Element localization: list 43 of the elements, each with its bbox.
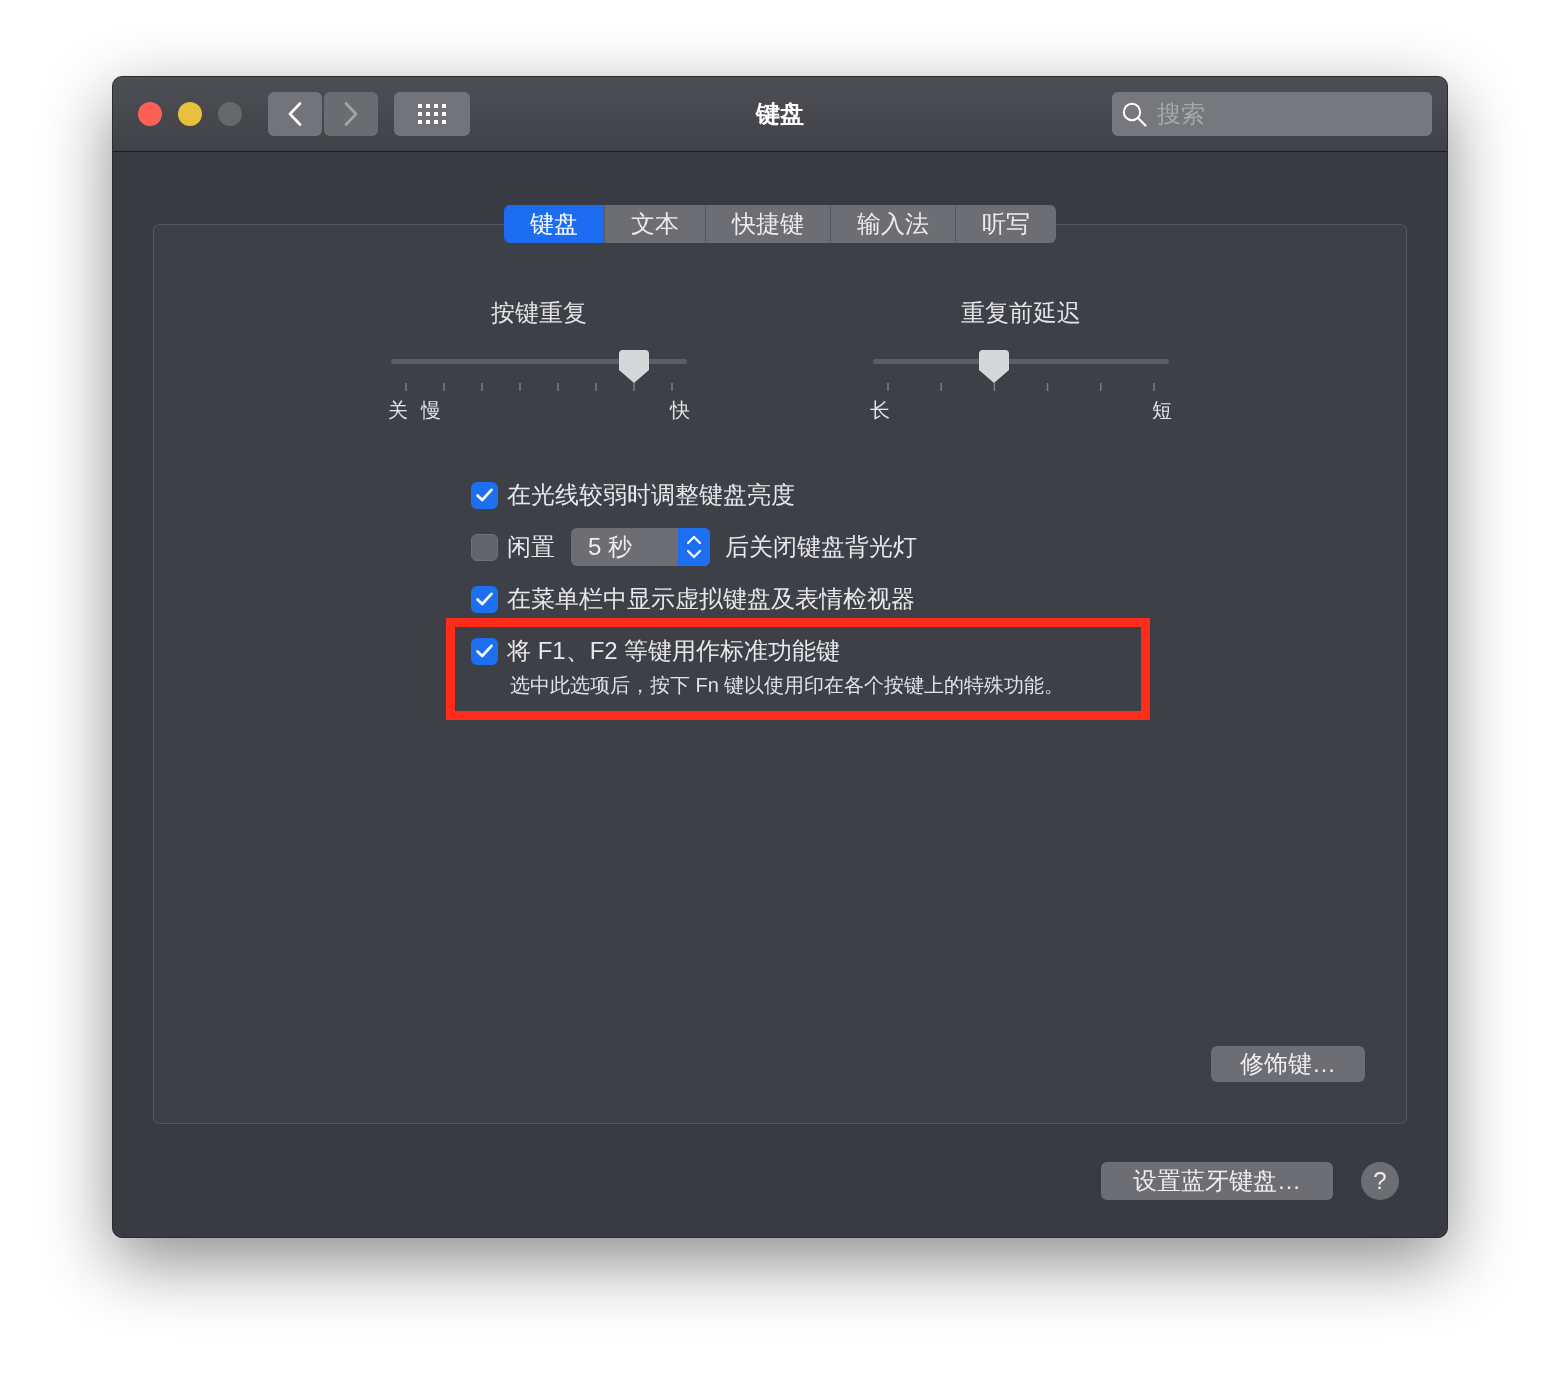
checkmark-icon (476, 644, 493, 658)
slider-label: 快 (670, 399, 690, 421)
slider-title: 按键重复 (491, 299, 587, 327)
close-button[interactable] (138, 102, 162, 126)
slider-track[interactable] (391, 350, 687, 383)
tab[interactable]: 文本 (604, 205, 705, 243)
option-label: 将 F1、F2 等键用作标准功能键 (507, 636, 841, 666)
chevron-left-icon (288, 102, 302, 126)
up-down-chevron-icon (678, 528, 710, 566)
slider-label: 慢 (421, 399, 441, 421)
slider-label: 长 (870, 399, 890, 421)
slider-title: 重复前延迟 (961, 299, 1081, 327)
checkbox[interactable] (471, 533, 498, 561)
slider-thumb[interactable] (979, 350, 1010, 383)
option-label: 在菜单栏中显示虚拟键盘及表情检视器 (507, 584, 915, 614)
option-label: 在光线较弱时调整键盘亮度 (507, 480, 795, 510)
slider-track[interactable] (873, 350, 1169, 383)
tab[interactable]: 快捷键 (705, 205, 830, 243)
window-title: 键盘 (756, 99, 804, 129)
minimize-button[interactable] (178, 102, 202, 126)
option-description: 选中此选项后，按下 Fn 键以使用印在各个按键上的特殊功能。 (510, 674, 1065, 696)
option-label: 闲置 (507, 532, 555, 562)
help-button[interactable]: ? (1361, 1162, 1399, 1200)
chevron-right-icon (344, 102, 358, 126)
slider-label: 关 (388, 399, 408, 421)
tab[interactable]: 输入法 (830, 205, 955, 243)
tab[interactable]: 听写 (955, 205, 1056, 243)
grid-icon (418, 104, 446, 124)
back-button[interactable] (268, 92, 322, 136)
modifier-keys-button[interactable]: 修饰键… (1211, 1046, 1365, 1082)
timeout-popup[interactable]: 5 秒 (571, 528, 710, 566)
checkmark-icon (476, 488, 493, 502)
slider-label: 短 (1152, 399, 1172, 421)
bluetooth-keyboard-button[interactable]: 设置蓝牙键盘… (1101, 1162, 1333, 1200)
search-icon (1122, 102, 1147, 127)
tab[interactable]: 键盘 (504, 205, 604, 243)
checkmark-icon (476, 592, 493, 606)
slider-thumb[interactable] (618, 350, 649, 383)
checkbox[interactable] (471, 585, 498, 613)
option-label: 后关闭键盘背光灯 (725, 532, 917, 562)
grid-button[interactable] (394, 92, 470, 136)
checkbox[interactable] (471, 637, 498, 665)
checkbox[interactable] (471, 481, 498, 509)
